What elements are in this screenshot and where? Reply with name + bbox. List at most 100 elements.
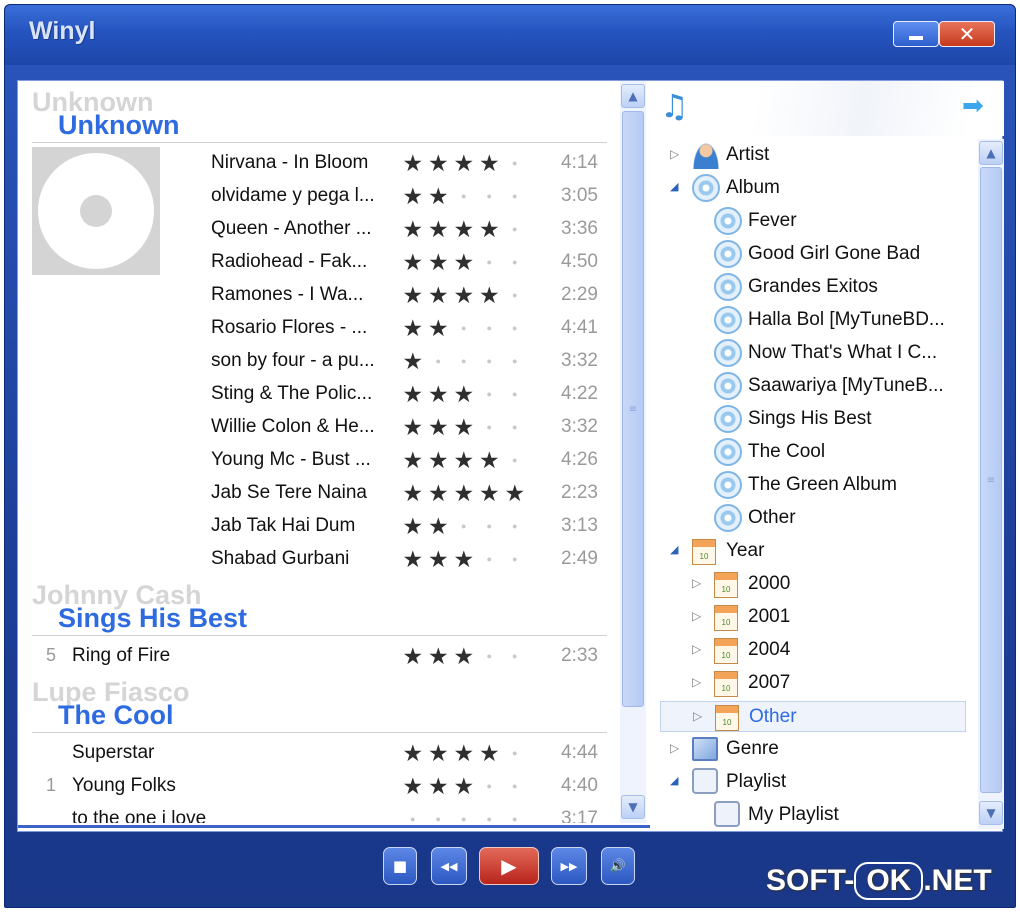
star-empty-icon[interactable]: ● <box>502 281 528 309</box>
rating-stars[interactable]: ★ ★ ● ● ● <box>400 182 528 210</box>
star-filled-icon[interactable]: ★ <box>400 182 426 210</box>
star-filled-icon[interactable]: ★ <box>426 248 452 276</box>
star-empty-icon[interactable]: ● <box>502 314 528 342</box>
tree-node[interactable]: ▷ Artist <box>650 140 976 171</box>
star-filled-icon[interactable]: ★ <box>451 281 477 309</box>
music-note-icon[interactable]: ♫ <box>660 87 689 125</box>
star-filled-icon[interactable]: ★ <box>451 739 477 767</box>
tree-node[interactable]: The Green Album <box>650 470 976 501</box>
group-album[interactable]: The Cool <box>58 700 174 731</box>
track-row[interactable]: 5 Ring of Fire ★ ★ ★ ● ● 2:33 <box>18 640 614 673</box>
star-filled-icon[interactable]: ★ <box>426 739 452 767</box>
star-empty-icon[interactable]: ● <box>426 805 452 823</box>
star-filled-icon[interactable]: ★ <box>400 215 426 243</box>
scroll-up-button[interactable]: ▲ <box>979 141 1003 165</box>
tree-node[interactable]: ◢ 10 Year <box>650 536 976 567</box>
scroll-up-button[interactable]: ▲ <box>621 84 645 108</box>
tree-node[interactable]: ◢ Album <box>650 173 976 204</box>
star-empty-icon[interactable]: ● <box>451 182 477 210</box>
track-list-scrollbar[interactable]: ▲ ≡ ▼ <box>620 81 646 823</box>
tree-node[interactable]: Halla Bol [MyTuneBD... <box>650 305 976 336</box>
star-empty-icon[interactable]: ● <box>477 805 503 823</box>
track-row[interactable]: to the one i love ● ● ● ● ● 3:17 <box>18 803 614 823</box>
star-filled-icon[interactable]: ★ <box>426 281 452 309</box>
star-filled-icon[interactable]: ★ <box>451 413 477 441</box>
tree-node[interactable]: ▷ Genre <box>650 734 976 765</box>
star-filled-icon[interactable]: ★ <box>426 215 452 243</box>
arrow-right-icon[interactable]: ➡ <box>962 91 984 121</box>
star-empty-icon[interactable]: ● <box>502 149 528 177</box>
rating-stars[interactable]: ★ ★ ● ● ● <box>400 512 528 540</box>
star-empty-icon[interactable]: ● <box>502 182 528 210</box>
star-filled-icon[interactable]: ★ <box>400 446 426 474</box>
track-row[interactable]: Jab Se Tere Naina ★ ★ ★ ★ ★ 2:23 <box>18 477 614 510</box>
star-filled-icon[interactable]: ★ <box>477 149 503 177</box>
star-empty-icon[interactable]: ● <box>477 380 503 408</box>
track-row[interactable]: Young Mc - Bust ... ★ ★ ★ ★ ● 4:26 <box>18 444 614 477</box>
tree-node[interactable]: Grandes Exitos <box>650 272 976 303</box>
tree-node[interactable]: ▷ 10 Other <box>660 701 966 732</box>
rating-stars[interactable]: ★ ★ ★ ★ ● <box>400 281 528 309</box>
star-filled-icon[interactable]: ★ <box>477 739 503 767</box>
star-empty-icon[interactable]: ● <box>477 413 503 441</box>
track-row[interactable]: Superstar ★ ★ ★ ★ ● 4:44 <box>18 737 614 770</box>
star-filled-icon[interactable]: ★ <box>400 248 426 276</box>
group-album[interactable]: Sings His Best <box>58 603 247 634</box>
star-filled-icon[interactable]: ★ <box>451 642 477 670</box>
rating-stars[interactable]: ★ ★ ★ ● ● <box>400 545 528 573</box>
star-filled-icon[interactable]: ★ <box>400 314 426 342</box>
tree-node[interactable]: Fever <box>650 206 976 237</box>
collapsed-arrow-icon[interactable]: ▷ <box>693 709 702 723</box>
star-filled-icon[interactable]: ★ <box>426 413 452 441</box>
scroll-down-button[interactable]: ▼ <box>621 795 645 819</box>
tree-node[interactable]: Other <box>650 503 976 534</box>
star-filled-icon[interactable]: ★ <box>426 772 452 800</box>
library-tree[interactable]: ▷ Artist ◢ Album Fever Good Girl Gone Bad Gran… <box>650 136 976 828</box>
star-empty-icon[interactable]: ● <box>477 512 503 540</box>
star-filled-icon[interactable]: ★ <box>451 215 477 243</box>
volume-button[interactable]: 🔊 <box>601 847 635 885</box>
tree-node[interactable]: Now That's What I C... <box>650 338 976 369</box>
track-row[interactable]: son by four - a pu... ★ ● ● ● ● 3:32 <box>18 345 614 378</box>
star-empty-icon[interactable]: ● <box>502 545 528 573</box>
track-row[interactable]: Shabad Gurbani ★ ★ ★ ● ● 2:49 <box>18 543 614 576</box>
track-row[interactable]: Willie Colon & He... ★ ★ ★ ● ● 3:32 <box>18 411 614 444</box>
close-button[interactable]: ✕ <box>939 21 995 47</box>
star-filled-icon[interactable]: ★ <box>426 182 452 210</box>
tree-node[interactable]: ▷ 10 2004 <box>650 635 976 666</box>
tree-node[interactable]: Saawariya [MyTuneB... <box>650 371 976 402</box>
stop-button[interactable]: ■ <box>383 847 417 885</box>
star-filled-icon[interactable]: ★ <box>400 149 426 177</box>
star-empty-icon[interactable]: ● <box>502 642 528 670</box>
tree-node[interactable]: ◢ Playlist <box>650 767 976 798</box>
star-empty-icon[interactable]: ● <box>477 182 503 210</box>
track-row[interactable]: Jab Tak Hai Dum ★ ★ ● ● ● 3:13 <box>18 510 614 543</box>
star-empty-icon[interactable]: ● <box>477 772 503 800</box>
star-filled-icon[interactable]: ★ <box>400 347 426 375</box>
expanded-arrow-icon[interactable]: ◢ <box>670 774 678 787</box>
star-empty-icon[interactable]: ● <box>451 805 477 823</box>
collapsed-arrow-icon[interactable]: ▷ <box>692 675 701 689</box>
star-filled-icon[interactable]: ★ <box>451 380 477 408</box>
star-filled-icon[interactable]: ★ <box>426 380 452 408</box>
star-empty-icon[interactable]: ● <box>477 248 503 276</box>
collapsed-arrow-icon[interactable]: ▷ <box>670 147 679 161</box>
rating-stars[interactable]: ★ ★ ★ ● ● <box>400 413 528 441</box>
star-filled-icon[interactable]: ★ <box>400 380 426 408</box>
track-row[interactable]: Nirvana - In Bloom ★ ★ ★ ★ ● 4:14 <box>18 147 614 180</box>
star-empty-icon[interactable]: ● <box>426 347 452 375</box>
star-filled-icon[interactable]: ★ <box>400 413 426 441</box>
star-filled-icon[interactable]: ★ <box>477 479 503 507</box>
star-empty-icon[interactable]: ● <box>502 413 528 441</box>
tree-node[interactable]: My Playlist <box>650 800 976 828</box>
rating-stars[interactable]: ★ ★ ★ ● ● <box>400 248 528 276</box>
tree-node[interactable]: ▷ 10 2007 <box>650 668 976 699</box>
previous-button[interactable]: ◀◀ <box>431 847 467 885</box>
rating-stars[interactable]: ★ ★ ★ ★ ★ <box>400 479 528 507</box>
star-filled-icon[interactable]: ★ <box>426 642 452 670</box>
star-empty-icon[interactable]: ● <box>477 545 503 573</box>
rating-stars[interactable]: ● ● ● ● ● <box>400 805 528 823</box>
tree-node[interactable]: The Cool <box>650 437 976 468</box>
rating-stars[interactable]: ★ ★ ★ ★ ● <box>400 149 528 177</box>
star-empty-icon[interactable]: ● <box>400 805 426 823</box>
